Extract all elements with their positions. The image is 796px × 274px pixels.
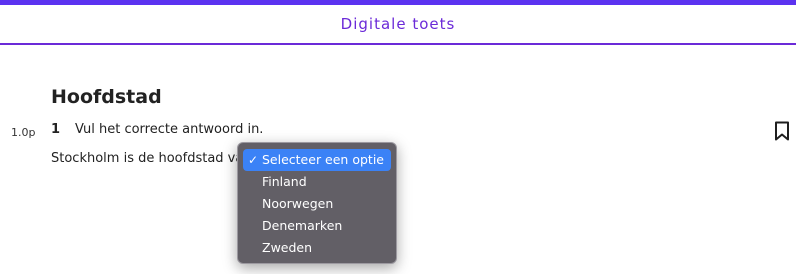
page-title: Digitale toets <box>340 15 456 33</box>
select-option-zweden[interactable]: Zweden <box>243 237 391 259</box>
option-label: Selecteer een optie <box>262 152 384 167</box>
answer-select-dropdown[interactable]: ✓ Selecteer een optie Finland Noorwegen … <box>237 142 397 264</box>
question-points: 1.0p <box>11 126 36 139</box>
checkmark-icon: ✓ <box>248 153 259 167</box>
option-label: Denemarken <box>262 218 343 233</box>
bookmark-icon[interactable] <box>774 121 790 141</box>
option-label: Finland <box>262 174 307 189</box>
question-instruction: Vul het correcte antwoord in. <box>75 122 264 137</box>
question-number: 1 <box>51 122 61 137</box>
header: Digitale toets <box>0 5 796 45</box>
section-title: Hoofdstad <box>51 86 162 108</box>
option-label: Zweden <box>262 240 313 255</box>
select-option-placeholder[interactable]: ✓ Selecteer een optie <box>243 149 391 171</box>
select-option-noorwegen[interactable]: Noorwegen <box>243 193 391 215</box>
bookmark-icon-graphic <box>775 121 789 141</box>
question-sentence: Stockholm is de hoofdstad van <box>51 151 252 166</box>
select-option-denemarken[interactable]: Denemarken <box>243 215 391 237</box>
select-option-finland[interactable]: Finland <box>243 171 391 193</box>
option-label: Noorwegen <box>262 196 334 211</box>
